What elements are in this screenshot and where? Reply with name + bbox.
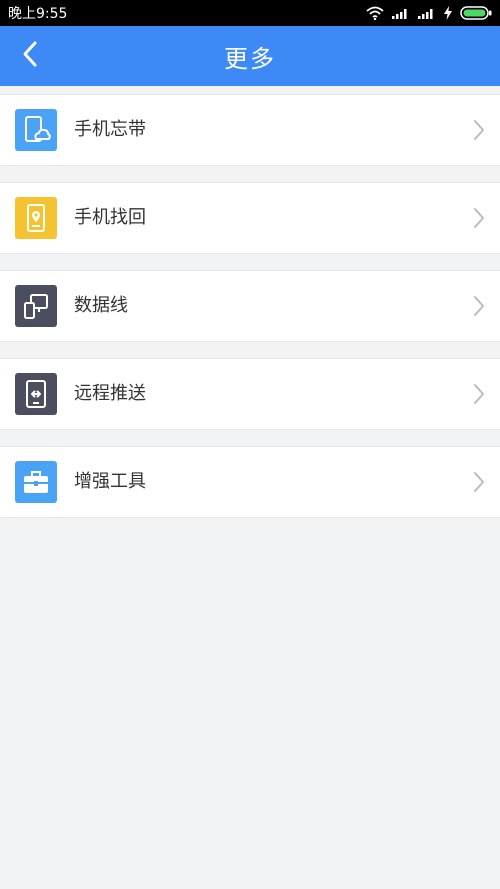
menu-item-label: 手机忘带 — [74, 119, 146, 140]
remote-push-icon — [15, 373, 57, 415]
menu-item-label: 远程推送 — [74, 383, 146, 404]
phone-cloud-icon — [15, 109, 57, 151]
phone-locate-icon — [15, 197, 57, 239]
signal-icon — [392, 7, 410, 19]
chevron-right-icon — [472, 471, 486, 493]
menu-item-label: 数据线 — [74, 295, 128, 316]
menu-item-phone-forgot[interactable]: 手机忘带 — [0, 94, 500, 166]
menu-list: 手机忘带 手机找回 数据线 远程推送 增强工具 — [0, 94, 500, 534]
menu-item-remote-push[interactable]: 远程推送 — [0, 358, 500, 430]
menu-item-label: 增强工具 — [74, 471, 146, 492]
menu-item-enhance-tools[interactable]: 增强工具 — [0, 446, 500, 518]
status-time: 晚上9:55 — [8, 6, 68, 22]
chevron-right-icon — [472, 119, 486, 141]
menu-item-data-cable[interactable]: 数据线 — [0, 270, 500, 342]
devices-icon — [15, 285, 57, 327]
charging-icon — [444, 6, 452, 20]
toolbox-icon — [15, 461, 57, 503]
page-title: 更多 — [224, 44, 276, 73]
chevron-right-icon — [472, 383, 486, 405]
status-bar: 晚上9:55 — [0, 0, 500, 26]
app-header: 更多 — [0, 26, 500, 86]
status-icons — [366, 6, 492, 20]
back-button[interactable] — [10, 26, 50, 86]
chevron-right-icon — [472, 295, 486, 317]
menu-item-phone-recovery[interactable]: 手机找回 — [0, 182, 500, 254]
signal-icon — [418, 7, 436, 19]
chevron-left-icon — [21, 40, 39, 72]
menu-item-label: 手机找回 — [74, 207, 146, 228]
wifi-icon — [366, 6, 384, 20]
battery-icon — [460, 6, 492, 20]
chevron-right-icon — [472, 207, 486, 229]
